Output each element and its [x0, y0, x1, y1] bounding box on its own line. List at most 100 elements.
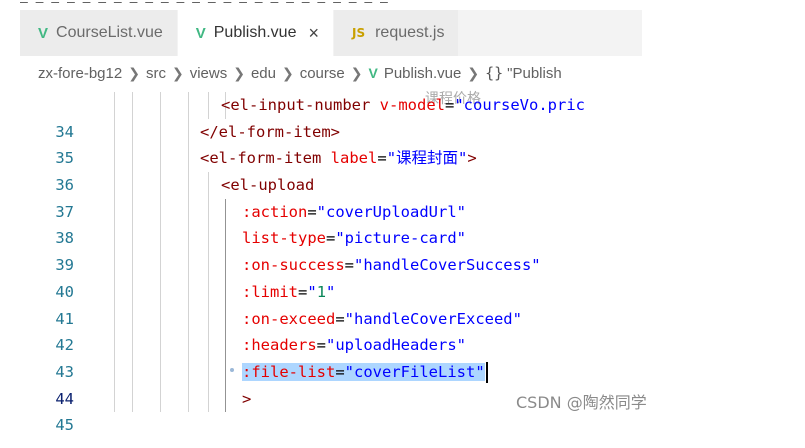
- breadcrumb-item[interactable]: edu: [251, 65, 276, 82]
- tab-publish[interactable]: V Publish.vue ×: [177, 10, 334, 56]
- indent-guide: [114, 332, 115, 359]
- indent-guide: [160, 225, 161, 253]
- indent-guide: [188, 225, 189, 253]
- indent-guide: [188, 118, 189, 146]
- indent-guide: [114, 172, 115, 199]
- indent-guide: [188, 385, 189, 413]
- code-line: 43 :headers="uploadHeaders": [20, 332, 642, 381]
- indent-guide: [114, 278, 115, 306]
- line-number: 45: [55, 416, 74, 435]
- indent-guide-active: [225, 198, 226, 226]
- indent-guide: [132, 198, 133, 226]
- indent-guide: [208, 172, 209, 199]
- indent-guide: [160, 118, 161, 146]
- code-line: 42 :on-exceed="handleCoverExceed": [20, 305, 642, 354]
- tab-label: Publish.vue: [213, 24, 297, 41]
- indent-guide-active: [225, 305, 226, 333]
- code-text: <el-form-item label="课程封面">: [200, 149, 477, 168]
- indent-guide-active: [225, 332, 226, 359]
- indent-guide: [188, 305, 189, 333]
- close-icon[interactable]: ×: [308, 23, 319, 44]
- indent-guide: [114, 385, 115, 413]
- chevron-right-icon: ❯: [467, 64, 480, 81]
- code-text: :action="coverUploadUrl": [242, 202, 466, 221]
- watermark: CSDN @陶然同学: [516, 393, 647, 412]
- code-editor: — — — — — — — — — — — — — — — — — — — — …: [20, 0, 642, 448]
- indent-guide: [188, 92, 189, 119]
- indent-guide-active: [225, 225, 226, 253]
- code-line: 34 <el-input-number v-model="courseVo.pr…: [20, 92, 642, 141]
- breadcrumb-file[interactable]: Publish.vue: [384, 65, 462, 82]
- clipped-top-line: — — — — — — — — — — — — — — — — — — — — …: [20, 0, 388, 10]
- breadcrumb: zx-fore-bg12 ❯ src ❯ views ❯ edu ❯ cours…: [20, 56, 642, 90]
- indent-guide: [132, 92, 133, 119]
- code-line: 37 <el-upload: [20, 172, 642, 221]
- indent-guide: [160, 358, 161, 386]
- indent-guide-active: [225, 358, 226, 386]
- indent-guide-active: [225, 252, 226, 279]
- indent-guide: [132, 305, 133, 333]
- indent-guide: [160, 92, 161, 119]
- text-selection[interactable]: :file-list="coverFileList": [242, 362, 485, 381]
- tab-courselist[interactable]: V CourseList.vue: [20, 10, 178, 56]
- indent-guide: [208, 358, 209, 386]
- indent-guide: [208, 278, 209, 306]
- breadcrumb-item[interactable]: src: [146, 65, 166, 82]
- indent-guide: [208, 385, 209, 413]
- indent-guide: [208, 198, 209, 226]
- tab-request[interactable]: JS request.js: [333, 10, 460, 56]
- indent-guide: [160, 305, 161, 333]
- indent-guide: [188, 278, 189, 306]
- code-line: 35 </el-form-item>: [20, 118, 642, 167]
- code-text: :on-exceed="handleCoverExceed": [242, 309, 522, 328]
- js-file-icon: JS: [351, 26, 366, 40]
- chevron-right-icon: ❯: [350, 64, 363, 81]
- indent-guide: [208, 225, 209, 253]
- indent-guide: [132, 118, 133, 146]
- indent-guide: [132, 385, 133, 413]
- indent-guide: [114, 252, 115, 279]
- chevron-right-icon: ❯: [233, 64, 245, 81]
- indent-guide: [132, 358, 133, 386]
- indent-guide: [160, 278, 161, 306]
- indent-guide: [208, 332, 209, 359]
- indent-guide: [132, 278, 133, 306]
- code-area[interactable]: 课程价格 34 <el-input-number v-model="course…: [20, 91, 642, 434]
- indent-guide-active: [225, 278, 226, 306]
- indent-guide: [160, 252, 161, 279]
- chevron-right-icon: ❯: [128, 64, 140, 81]
- indent-guide: [208, 92, 209, 119]
- breadcrumb-item[interactable]: views: [190, 65, 228, 82]
- indent-guide: [160, 145, 161, 173]
- chevron-right-icon: ❯: [171, 64, 184, 81]
- breadcrumb-item[interactable]: zx-fore-bg12: [38, 65, 122, 82]
- breadcrumb-symbol[interactable]: "Publish: [507, 65, 562, 82]
- vue-file-icon: V: [368, 65, 378, 81]
- code-text: :limit="1": [242, 282, 336, 301]
- indent-guide: [114, 118, 115, 146]
- indent-guide: [160, 172, 161, 199]
- code-line: 38 :action="coverUploadUrl": [20, 198, 642, 247]
- code-line: 36 <el-form-item label="课程封面">: [20, 145, 642, 194]
- indent-guide: [188, 172, 189, 199]
- code-line: 40 :on-success="handleCoverSuccess": [20, 252, 642, 301]
- code-line: 39 list-type="picture-card": [20, 225, 642, 274]
- indent-guide: [208, 305, 209, 333]
- indent-guide: [114, 225, 115, 253]
- tab-label: request.js: [375, 24, 445, 41]
- code-text: </el-form-item>: [200, 122, 340, 141]
- indent-guide: [114, 358, 115, 386]
- braces-symbol-icon: {}: [485, 64, 504, 82]
- indent-guide: [132, 252, 133, 279]
- indent-guide: [160, 198, 161, 226]
- code-text-selected: :file-list="coverFileList": [242, 359, 488, 386]
- code-text: <el-upload: [221, 176, 315, 195]
- indent-guide: [160, 332, 161, 359]
- indent-guide: [132, 332, 133, 359]
- code-line: 41 :limit="1": [20, 278, 642, 328]
- text-cursor: [485, 361, 488, 383]
- indent-guide: [188, 358, 189, 386]
- tab-bar: V CourseList.vue V Publish.vue × JS requ…: [20, 10, 642, 56]
- breadcrumb-item[interactable]: course: [300, 65, 345, 82]
- indent-guide: [114, 305, 115, 333]
